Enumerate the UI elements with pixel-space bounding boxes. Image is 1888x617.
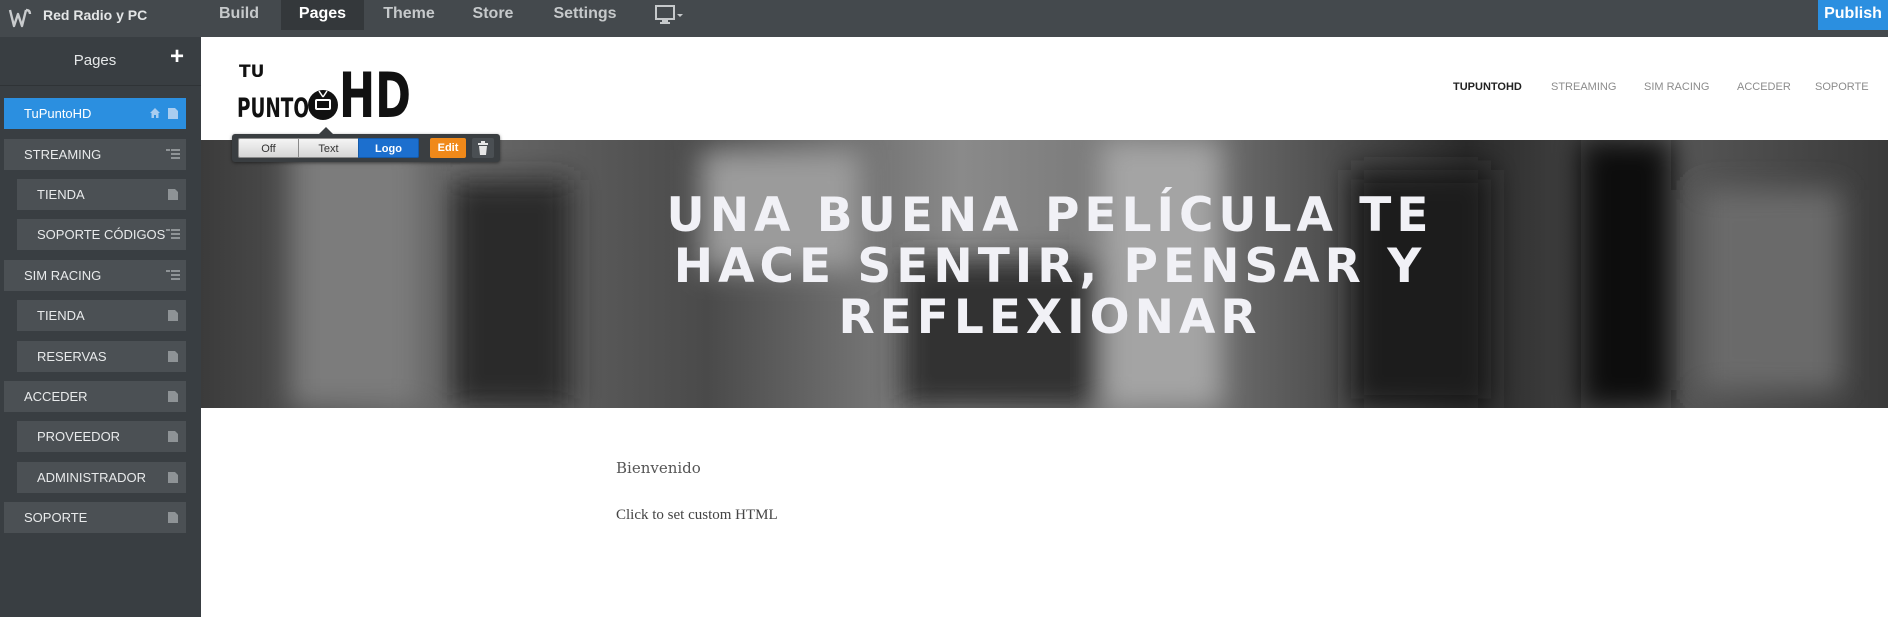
logo-toolbar: Off Text Logo Edit [232, 127, 500, 162]
sidebar-item-tienda[interactable]: TIENDA [17, 179, 186, 210]
page-icon [168, 189, 178, 200]
sidebar-item-proveedor[interactable]: PROVEEDOR [17, 421, 186, 452]
trash-icon[interactable] [472, 138, 494, 158]
logo-text-hd: HD [339, 59, 411, 123]
page-icon [168, 351, 178, 362]
site-preview-canvas: TU PUNTO HD TUPUNTOHD STREAMING SIM RACI… [201, 37, 1888, 617]
sidebar-item-label: TIENDA [37, 187, 85, 202]
page-icon [168, 512, 178, 523]
nav-link-tupuntohd[interactable]: TUPUNTOHD [1453, 81, 1522, 93]
tab-store[interactable]: Store [467, 0, 519, 30]
sidebar-item-reservas[interactable]: RESERVAS [17, 341, 186, 372]
sidebar-item-label: ACCEDER [24, 389, 88, 404]
plus-icon[interactable]: + [166, 45, 188, 69]
toolbar-pointer [319, 127, 333, 134]
sidebar-item-label: PROVEEDOR [37, 429, 121, 444]
logo-text-tu: TU [239, 62, 264, 82]
logo-option-logo[interactable]: Logo [358, 138, 419, 158]
sidebar-item-acceder[interactable]: ACCEDER [4, 381, 186, 412]
page-content: Bienvenido Click to set custom HTML [201, 408, 1888, 617]
nav-link-soporte[interactable]: SOPORTE [1815, 81, 1869, 93]
tv-icon [308, 90, 338, 120]
editor-topbar: Red Radio y PC Build Pages Theme Store S… [0, 0, 1888, 37]
page-icon [168, 391, 178, 402]
sidebar-item-soporte[interactable]: SOPORTE [4, 502, 186, 533]
home-icon [150, 108, 160, 118]
page-icon [168, 310, 178, 321]
page-icon [168, 431, 178, 442]
sidebar-item-sim-racing[interactable]: SIM RACING [4, 260, 186, 291]
sidebar-header: Pages + [0, 37, 201, 86]
logo-option-text[interactable]: Text [298, 138, 359, 158]
sidebar-item-streaming[interactable]: STREAMING [4, 139, 186, 170]
nav-link-acceder[interactable]: ACCEDER [1737, 81, 1791, 93]
sidebar-item-soporte-codigos[interactable]: SOPORTE CÓDIGOS [17, 219, 186, 250]
site-header: TU PUNTO HD TUPUNTOHD STREAMING SIM RACI… [201, 37, 1888, 140]
tab-settings[interactable]: Settings [550, 0, 620, 30]
sidebar-item-label: SIM RACING [24, 268, 102, 283]
tab-theme[interactable]: Theme [380, 0, 438, 30]
sidebar-item-administrador[interactable]: ADMINISTRADOR [17, 462, 186, 493]
sidebar-item-label: SOPORTE [24, 510, 88, 525]
sidebar-title: Pages [73, 52, 117, 69]
sidebar-item-tienda[interactable]: TIENDA [17, 300, 186, 331]
site-name[interactable]: Red Radio y PC [43, 0, 147, 30]
site-logo[interactable]: TU PUNTO HD [237, 55, 412, 123]
sidebar-item-label: SOPORTE CÓDIGOS [37, 227, 166, 242]
page-icon [168, 472, 178, 483]
sidebar-item-label: TIENDA [37, 308, 85, 323]
publish-button[interactable]: Publish [1818, 0, 1888, 30]
hero-banner[interactable]: UNA BUENA PELÍCULA TE HACE SENTIR, PENSA… [201, 140, 1888, 408]
sidebar-item-label: RESERVAS [37, 349, 107, 364]
tab-build[interactable]: Build [214, 0, 264, 30]
page-icon [168, 108, 178, 119]
custom-html-placeholder[interactable]: Click to set custom HTML [616, 507, 778, 524]
desktop-icon[interactable] [655, 5, 685, 25]
sidebar-item-tupuntohd[interactable]: TuPuntoHD [4, 98, 186, 129]
tab-pages[interactable]: Pages [281, 0, 364, 30]
edit-logo-button[interactable]: Edit [430, 138, 466, 158]
nav-link-sim-racing[interactable]: SIM RACING [1644, 81, 1709, 93]
sidebar-item-label: TuPuntoHD [24, 106, 92, 121]
logo-text-punto: PUNTO [237, 93, 309, 123]
sidebar-item-label: STREAMING [24, 147, 102, 162]
logo-option-off[interactable]: Off [238, 138, 299, 158]
welcome-text[interactable]: Bienvenido [616, 459, 701, 477]
nav-link-streaming[interactable]: STREAMING [1551, 81, 1616, 93]
submenu-icon [166, 149, 180, 159]
sidebar-item-label: ADMINISTRADOR [37, 470, 147, 485]
submenu-icon [166, 229, 180, 239]
submenu-icon [166, 270, 180, 280]
banner-heading[interactable]: UNA BUENA PELÍCULA TE HACE SENTIR, PENSA… [631, 190, 1469, 343]
weebly-logo-icon[interactable] [8, 6, 32, 30]
